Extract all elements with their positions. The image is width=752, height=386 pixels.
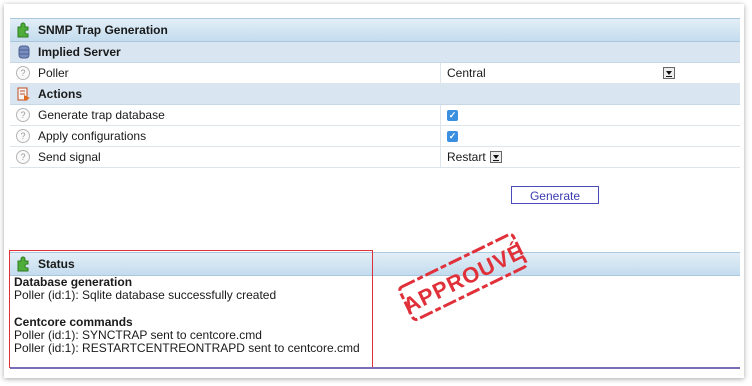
- help-icon[interactable]: ?: [16, 108, 30, 122]
- generate-button[interactable]: Generate: [511, 186, 599, 204]
- generate-db-checkbox[interactable]: ✓: [447, 109, 458, 121]
- database-icon: [16, 44, 32, 60]
- help-icon[interactable]: ?: [16, 150, 30, 164]
- section-title: Implied Server: [38, 45, 121, 59]
- send-signal-label: Send signal: [38, 150, 101, 164]
- actions-icon: [16, 86, 32, 102]
- section-actions: Actions: [10, 84, 740, 105]
- send-signal-select[interactable]: Restart: [447, 149, 502, 165]
- poller-select[interactable]: Central: [447, 65, 675, 81]
- puzzle-icon: [16, 22, 32, 38]
- apply-config-label: Apply configurations: [38, 129, 147, 143]
- row-generate-db: ? Generate trap database ✓: [10, 105, 740, 126]
- send-signal-value: Restart: [447, 150, 486, 164]
- row-apply-config: ? Apply configurations ✓: [10, 126, 740, 147]
- section-implied-server: Implied Server: [10, 42, 740, 63]
- dropdown-arrow-icon[interactable]: [489, 151, 502, 163]
- row-poller: ? Poller Central: [10, 63, 740, 84]
- poller-label: Poller: [38, 66, 69, 80]
- snmp-trap-form: SNMP Trap Generation Implied Server ? Po…: [10, 18, 740, 168]
- poller-value: Central: [447, 66, 486, 80]
- dropdown-arrow-icon[interactable]: [663, 67, 675, 79]
- bottom-divider: [10, 367, 740, 369]
- row-send-signal: ? Send signal Restart: [10, 147, 740, 168]
- generate-db-label: Generate trap database: [38, 108, 165, 122]
- apply-config-checkbox[interactable]: ✓: [447, 130, 458, 142]
- help-icon[interactable]: ?: [16, 129, 30, 143]
- form-title: SNMP Trap Generation: [38, 23, 168, 37]
- form-header: SNMP Trap Generation: [10, 18, 740, 42]
- highlight-box: [9, 250, 373, 368]
- section-title: Actions: [38, 87, 83, 101]
- help-icon[interactable]: ?: [16, 66, 30, 80]
